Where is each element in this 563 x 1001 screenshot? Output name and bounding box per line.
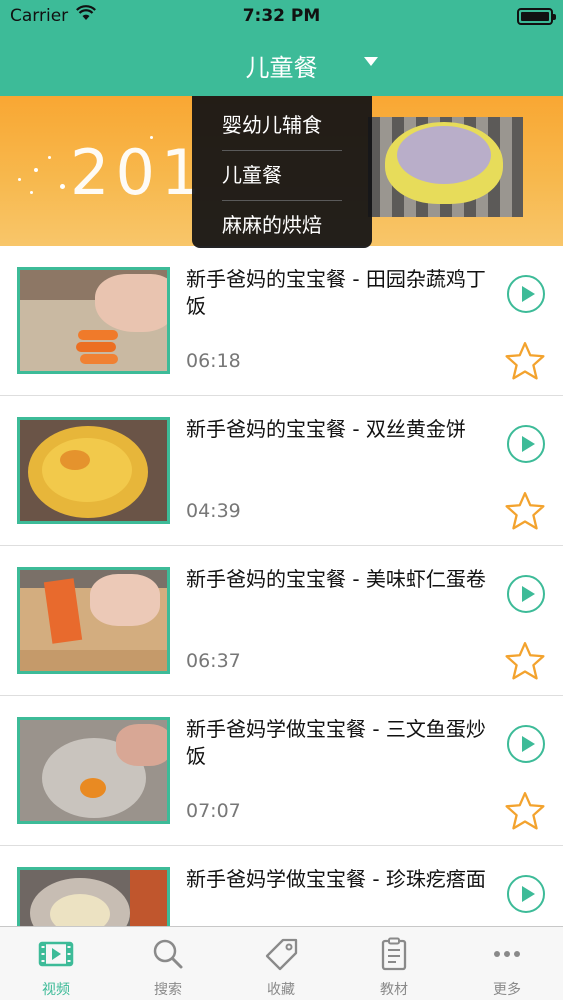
nav-title[interactable]: 儿童餐: [0, 48, 563, 83]
play-icon[interactable]: [507, 875, 545, 913]
dropdown-item-infant[interactable]: 婴幼儿辅食: [192, 100, 372, 150]
category-dropdown: 婴幼儿辅食 儿童餐 麻麻的烘焙: [192, 96, 372, 248]
search-icon: [153, 939, 183, 969]
video-duration: 06:18: [186, 350, 241, 372]
video-row[interactable]: 新手爸妈学做宝宝餐 - 三文鱼蛋炒饭 07:07: [0, 696, 563, 846]
tab-label: 更多: [493, 982, 521, 998]
video-thumbnail[interactable]: [17, 867, 170, 926]
tab-label: 收藏: [267, 982, 295, 998]
video-title: 新手爸妈的宝宝餐 - 双丝黄金饼: [186, 417, 466, 441]
video-thumbnail[interactable]: [17, 717, 170, 824]
video-title: 新手爸妈的宝宝餐 - 田园杂蔬鸡丁饭: [186, 267, 486, 318]
nav-header: Carrier 7:32 PM 儿童餐: [0, 0, 563, 96]
tag-icon: [265, 938, 298, 971]
video-duration: 07:07: [186, 800, 241, 822]
play-icon[interactable]: [507, 725, 545, 763]
video-title: 新手爸妈学做宝宝餐 - 三文鱼蛋炒饭: [186, 717, 486, 768]
status-time: 7:32 PM: [242, 6, 321, 26]
tab-bar: 视频 搜索 收藏 教材 更多: [0, 926, 563, 1000]
video-duration: 06:37: [186, 650, 241, 672]
tab-label: 搜索: [154, 982, 182, 998]
more-icon: [494, 951, 520, 957]
tab-label: 视频: [42, 982, 70, 998]
status-bar: Carrier 7:32 PM: [0, 0, 563, 32]
dropdown-item-kids[interactable]: 儿童餐: [192, 150, 372, 200]
star-icon[interactable]: [504, 790, 546, 832]
video-title: 新手爸妈的宝宝餐 - 美味虾仁蛋卷: [186, 567, 486, 591]
tab-search[interactable]: 搜索: [112, 927, 224, 1001]
dropdown-item-baking[interactable]: 麻麻的烘焙: [192, 200, 372, 250]
clipboard-icon: [381, 937, 407, 971]
play-icon[interactable]: [507, 575, 545, 613]
tab-label: 教材: [380, 982, 408, 998]
star-icon[interactable]: [504, 490, 546, 532]
star-icon[interactable]: [504, 340, 546, 382]
play-icon[interactable]: [507, 275, 545, 313]
battery-icon: [517, 8, 556, 25]
video-row[interactable]: 新手爸妈的宝宝餐 - 美味虾仁蛋卷 06:37: [0, 546, 563, 696]
video-row[interactable]: 新手爸妈的宝宝餐 - 田园杂蔬鸡丁饭 06:18: [0, 246, 563, 396]
video-thumbnail[interactable]: [17, 267, 170, 374]
play-icon[interactable]: [507, 425, 545, 463]
video-thumbnail[interactable]: [17, 567, 170, 674]
video-list[interactable]: 新手爸妈的宝宝餐 - 田园杂蔬鸡丁饭 06:18 新手爸妈的宝宝餐 - 双丝黄金…: [0, 246, 563, 926]
tab-materials[interactable]: 教材: [338, 927, 450, 1001]
video-row[interactable]: 新手爸妈学做宝宝餐 - 珍珠疙瘩面: [0, 846, 563, 926]
tab-video[interactable]: 视频: [0, 927, 112, 1001]
video-thumbnail[interactable]: [17, 417, 170, 524]
video-duration: 04:39: [186, 500, 241, 522]
film-icon: [38, 941, 74, 967]
caret-down-icon[interactable]: [364, 57, 378, 66]
video-row[interactable]: 新手爸妈的宝宝餐 - 双丝黄金饼 04:39: [0, 396, 563, 546]
banner-text: 201: [70, 136, 207, 209]
tab-favorites[interactable]: 收藏: [225, 927, 337, 1001]
star-icon[interactable]: [504, 640, 546, 682]
tab-more[interactable]: 更多: [451, 927, 563, 1001]
video-title: 新手爸妈学做宝宝餐 - 珍珠疙瘩面: [186, 867, 486, 891]
